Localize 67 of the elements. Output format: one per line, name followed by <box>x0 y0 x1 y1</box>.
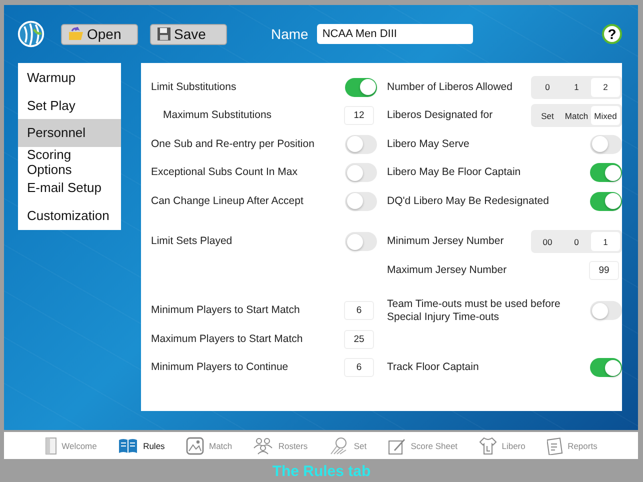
segment-option[interactable]: 0 <box>562 232 591 252</box>
tab[interactable]: Rosters <box>253 436 308 454</box>
toggle-switch[interactable] <box>345 78 377 97</box>
setting-label: Track Floor Captain <box>387 361 479 374</box>
caption: The Rules tab <box>271 463 372 480</box>
toggle-switch[interactable] <box>590 192 622 211</box>
tab[interactable]: Welcome <box>44 436 97 454</box>
book-icon <box>118 438 138 454</box>
setting-label: Number of Liberos Allowed <box>387 80 512 94</box>
number-field[interactable]: 25 <box>344 330 374 349</box>
document-icon <box>546 436 563 454</box>
door-icon <box>44 436 57 454</box>
toggle-switch[interactable] <box>590 301 622 320</box>
setting-label: Libero May Serve <box>387 138 470 151</box>
help-button[interactable]: ? <box>602 24 622 44</box>
setting-label: Team Time-outs must be used before Special Injury Time-outs <box>387 298 562 324</box>
setting-label: Maximum Players to Start Match <box>151 332 303 346</box>
save-button[interactable]: Save <box>150 24 227 44</box>
number-field[interactable]: 6 <box>344 358 374 378</box>
setting-label: Can Change Lineup After Accept <box>151 194 304 208</box>
setting-label: Limit Sets Played <box>151 235 232 248</box>
toggle-switch[interactable] <box>345 192 377 211</box>
segment-option[interactable]: 1 <box>562 78 591 97</box>
number-field[interactable]: 6 <box>344 301 374 320</box>
setting-label: Minimum Jersey Number <box>387 235 504 248</box>
setting-label: Minimum Players to Continue <box>151 361 288 374</box>
setting-label: Limit Substitutions <box>151 80 236 94</box>
name-field[interactable]: NCAA Men DIII <box>317 24 474 44</box>
setting-label: Liberos Designated for <box>387 109 493 122</box>
tab[interactable]: Libero <box>478 436 526 454</box>
tab[interactable]: Rules <box>118 438 165 454</box>
setting-label: Minimum Players to Start Match <box>151 304 300 318</box>
setting-label: One Sub and Re-entry per Position <box>151 138 314 151</box>
tab[interactable]: Match <box>186 436 232 454</box>
shirt-icon <box>478 436 497 454</box>
toggle-switch[interactable] <box>590 134 622 154</box>
setting-label: DQ'd Libero May Be Redesignated <box>387 194 549 208</box>
segment-option[interactable]: 00 <box>533 232 562 252</box>
picture-frame-icon <box>186 436 204 454</box>
setting-label: Maximum Substitutions <box>162 109 272 122</box>
name-label: Name <box>271 26 308 42</box>
segment-option[interactable]: 2 <box>591 78 620 97</box>
people-icon <box>253 436 274 454</box>
ball-icon <box>328 436 349 454</box>
segment-option[interactable]: 0 <box>533 78 562 97</box>
setting-label: Exceptional Subs Count In Max <box>151 166 298 180</box>
sidebar-item[interactable]: Personnel <box>18 119 121 146</box>
sheet-pen-icon <box>388 436 406 454</box>
tab[interactable]: Set <box>328 436 367 454</box>
toggle-switch[interactable] <box>345 134 377 154</box>
setting-label: Maximum Jersey Number <box>387 264 507 277</box>
toggle-switch[interactable] <box>345 163 377 182</box>
tab[interactable]: Reports <box>546 436 598 454</box>
toggle-switch[interactable] <box>345 232 377 252</box>
folder-icon <box>68 27 84 41</box>
number-field[interactable]: 99 <box>589 260 619 280</box>
toggle-switch[interactable] <box>590 358 622 378</box>
number-field[interactable]: 12 <box>344 106 374 126</box>
segment-option[interactable]: Set <box>533 106 562 126</box>
segment-option[interactable]: Match <box>562 106 591 126</box>
tab[interactable]: Score Sheet <box>388 436 458 454</box>
volleyball-logo-icon <box>17 20 45 48</box>
segment-option[interactable]: Mixed <box>591 106 620 126</box>
setting-label: Libero May Be Floor Captain <box>387 166 521 180</box>
toggle-switch[interactable] <box>590 163 622 182</box>
segment-option[interactable]: 1 <box>591 232 620 252</box>
open-button[interactable]: Open <box>61 24 138 44</box>
